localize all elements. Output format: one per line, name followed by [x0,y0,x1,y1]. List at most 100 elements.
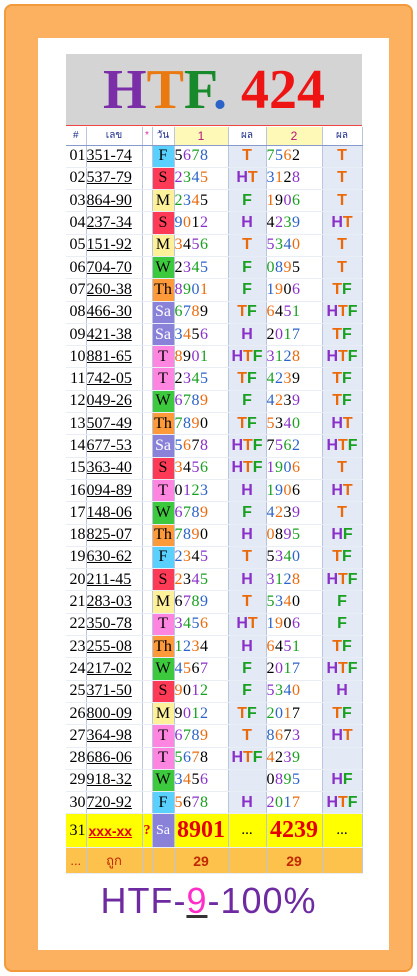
table-row: 26 800-09 M 9012 TF 2017 TF [66,701,363,726]
row-number-2: 0895 [266,256,323,280]
row-number-1: 0123 [174,479,229,503]
row-mark [142,256,153,280]
table-row: 04 237-34 S 9012 H 4239 HT [66,211,363,235]
row-number-1: 5678 [174,747,229,770]
row-number: 27 [66,724,87,748]
row-result-1: F [228,501,267,525]
row-day: W [151,389,175,414]
row-mark [142,234,153,257]
prediction-row: 31 xxx-xx? Sa 8901... 4239... [66,813,363,849]
row-number-2: 0895 [266,769,323,793]
header-day: วัน [152,127,175,146]
row-day: Th [151,278,175,302]
row-day: T [151,345,175,369]
summary-row: ... ถูก 29 29 [66,847,363,875]
row-number: 17 [66,501,87,525]
row-result-2: TF [322,278,363,302]
row-number-1: 9012 [174,702,229,726]
row-number-1: 6789 [174,590,229,614]
row-mark [142,434,153,458]
row-result-1: HTF [228,434,267,458]
row-number-1: 6789 [174,501,229,525]
row-number-1: 5678 [174,434,229,458]
row-mark [142,412,153,436]
row-result-2: TF [322,367,363,391]
row-number-1: 8901 [174,278,229,302]
row-day: S [151,456,175,480]
row-code: 351-74 [86,145,143,168]
row-result-2: T [322,501,363,525]
row-day: S [151,679,175,703]
row-mark [142,769,153,793]
row-mark [142,345,153,369]
row-result-2: T [322,234,363,257]
row-result-2: F [322,613,363,637]
row-code: 720-92 [86,791,143,815]
row-number-1: 3456 [174,613,229,637]
row-number-1: 3456 [174,769,229,793]
summary-empty-1 [142,847,153,875]
row-code: 918-32 [86,769,143,793]
row-number: 05 [66,234,87,257]
row-result-2: H [322,680,363,703]
row-code: 630-62 [86,546,143,570]
row-result-2: HT [322,211,363,235]
row-mark [142,613,153,637]
row-result-2: F [322,590,363,614]
row-result-2: TF [322,390,363,414]
row-code: 049-26 [86,390,143,414]
prediction-value-2: 4239 [266,813,323,849]
table-row: 23 255-08 Th 1234 H 6451 TF [66,635,363,659]
row-result-2: T [322,189,363,213]
row-result-1: HT [228,167,267,191]
row-result-1: H [228,211,267,235]
row-code: 363-40 [86,457,143,480]
row-code: 255-08 [86,635,143,659]
row-number-2: 4239 [266,390,323,414]
row-number-1: 1234 [174,635,229,659]
row-day: F [151,144,175,168]
row-number-1: 9012 [174,680,229,703]
table-row: 13 507-49 Th 7890 TF 5340 HT [66,412,363,436]
prediction-result-1: ... [228,813,267,849]
row-result-1: HT [228,613,267,637]
row-number: 08 [66,301,87,324]
row-number-2: 4239 [266,501,323,525]
row-day: T [151,478,175,503]
row-result-1: TF [228,301,267,324]
row-number: 02 [66,167,87,191]
table-row: 01 351-74 F 5678 T 7562 T [66,144,363,168]
row-code: 364-98 [86,724,143,748]
row-number-1: 6789 [174,301,229,324]
row-day: Sa [151,434,175,458]
row-code: 237-34 [86,211,143,235]
row-number-2: 3128 [266,568,323,592]
table-row: 16 094-89 T 0123 H 1906 HT [66,478,363,503]
prediction-value-1: 8901 [174,813,229,849]
row-number-2: 5340 [266,546,323,570]
row-code: 466-30 [86,301,143,324]
row-code: 686-06 [86,747,143,770]
row-number: 07 [66,278,87,302]
table-row: 25 371-50 S 9012 F 5340 H [66,679,363,703]
row-number: 01 [66,145,87,168]
title-letter-f: F [183,59,213,121]
row-day: S [151,568,175,592]
row-result-1: F [228,189,267,213]
row-code: 421-38 [86,323,143,347]
row-day: T [151,746,175,770]
row-mark [142,323,153,347]
row-number: 14 [66,434,87,458]
row-result-1: H [228,479,267,503]
row-day: M [151,701,175,726]
row-result-2: HT [322,479,363,503]
row-code: 350-78 [86,613,143,637]
row-number-1: 4567 [174,657,229,681]
row-day: F [151,791,175,815]
row-number: 21 [66,590,87,614]
row-number-1: 5678 [174,145,229,168]
row-number-1: 2345 [174,256,229,280]
row-number-2: 1906 [266,457,323,480]
table-row: 28 686-06 T 5678 HTF 4239 [66,746,363,770]
row-number-2: 3128 [266,167,323,191]
